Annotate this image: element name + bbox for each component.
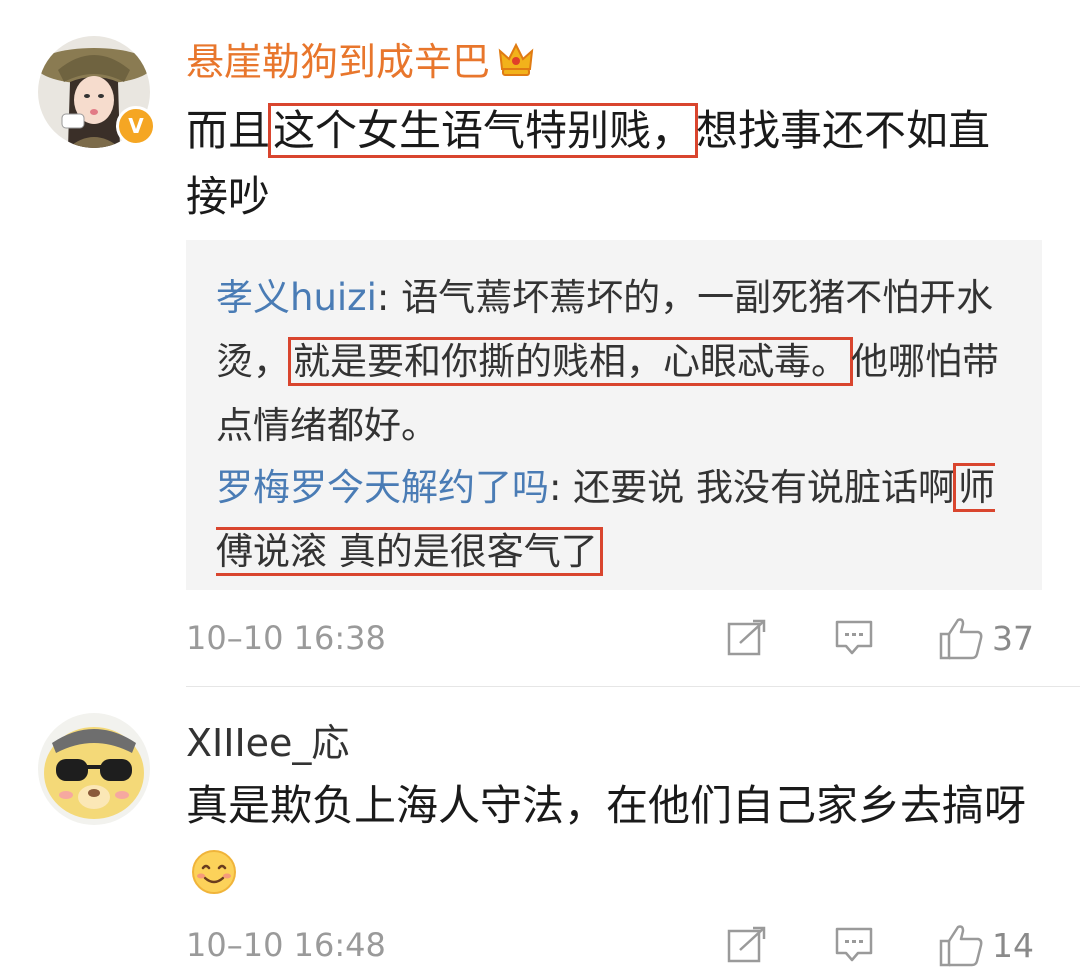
comment-text: 真是欺负上海人守法，在他们自己家乡去搞呀 [186,773,1026,915]
like-icon[interactable] [938,616,984,660]
comment-text-part: 真是欺负上海人守法，在他们自己家乡去搞呀 [186,781,1027,830]
highlight-box: 就是要和你撕的贱相，心眼忒毒。 [288,337,853,386]
reply-text-part: 还要说 我没有说脏话啊 [573,466,955,509]
like-count: 14 [992,925,1034,965]
reply-box[interactable]: 孝义huizi: 语气蔫坏蔫坏的，一副死猪不怕开水烫，就是要和你撕的贱相，心眼忒… [186,240,1042,590]
reply-icon[interactable] [834,616,874,660]
like-count: 37 [992,618,1034,658]
username[interactable]: 悬崖勒狗到成辛巴 [186,38,536,90]
crown-icon [496,39,536,90]
reply-separator: : [376,276,402,319]
reply-separator: : [549,466,574,509]
username-text[interactable]: 悬崖勒狗到成辛巴 [186,40,490,84]
comment-text: 而且这个女生语气特别贱，想找事还不如直接吵 [186,98,1026,230]
smile-emoji [190,848,238,915]
avatar-image [38,713,150,825]
comment-text-part: 而且 [186,106,271,155]
verified-icon: V [116,106,156,146]
timestamp: 10–10 16:48 [186,926,386,964]
reply-username[interactable]: 罗梅罗今天解约了吗 [216,466,549,509]
reply-username[interactable]: 孝义huizi [216,276,377,319]
comment-meta: 10–10 16:48 14 [186,923,1042,967]
comment-item: XIIIee_応 真是欺负上海人守法，在他们自己家乡去搞呀 10–10 16:4… [0,687,1080,967]
avatar[interactable] [38,713,150,825]
reply-item: 罗梅罗今天解约了吗: 还要说 我没有说脏话啊师傅说滚 真的是很客气了 [216,456,1016,584]
share-icon[interactable] [726,616,768,660]
like-button[interactable]: 37 [938,616,1034,660]
reply-icon[interactable] [834,923,874,967]
timestamp: 10–10 16:38 [186,619,386,657]
like-icon[interactable] [938,923,984,967]
reply-item: 孝义huizi: 语气蔫坏蔫坏的，一副死猪不怕开水烫，就是要和你撕的贱相，心眼忒… [216,266,1016,458]
username[interactable]: XIIIee_応 [186,719,349,767]
share-icon[interactable] [726,923,768,967]
highlight-box: 这个女生语气特别贱， [268,103,699,158]
like-button[interactable]: 14 [938,923,1034,967]
comment-item: V 悬崖勒狗到成辛巴 而且这个女生语气特别贱，想找事还不如直接吵 孝义huizi… [0,0,1080,686]
comment-meta: 10–10 16:38 37 [186,616,1042,660]
avatar[interactable]: V [38,36,156,148]
